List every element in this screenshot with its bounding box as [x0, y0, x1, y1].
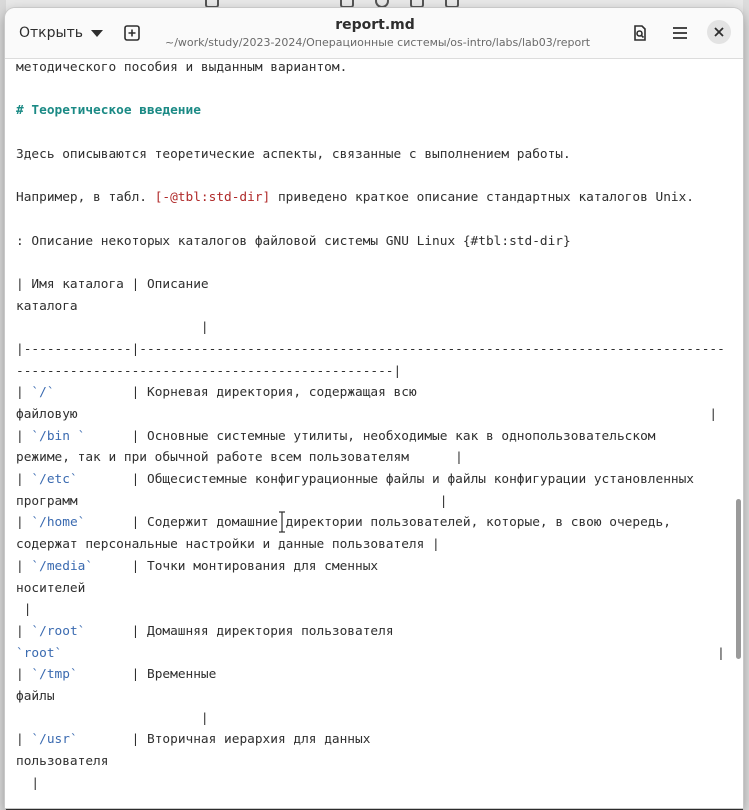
- editor-line: `root` |: [16, 645, 725, 661]
- editor-line: | `/` | Корневая директория, содержащая …: [16, 385, 417, 401]
- editor-line: |: [16, 320, 209, 336]
- file-path: ~/work/study/2023-2024/Операционные сист…: [165, 36, 591, 49]
- editor-line: |: [16, 775, 40, 791]
- background-window-right: [743, 0, 749, 810]
- close-button[interactable]: [707, 20, 731, 44]
- editor-line: |: [16, 602, 32, 618]
- editor-line: | `/root` | Домашняя директория пользова…: [16, 623, 394, 639]
- new-document-icon: [124, 25, 140, 41]
- background-extension-icon: [410, 0, 424, 8]
- hamburger-menu-icon: [673, 27, 687, 39]
- main-menu-button[interactable]: [666, 20, 694, 46]
- editor-line: Например, в табл. [-@tbl:std-dir] привед…: [16, 190, 695, 206]
- editor-line: программ |: [16, 493, 448, 509]
- background-menu-icon: [445, 0, 459, 8]
- text-editor-window: Открыть report.md ~/work/study/2023-2024…: [5, 8, 743, 808]
- background-mail-icon: [340, 0, 354, 8]
- header-bar: Открыть report.md ~/work/study/2023-2024…: [5, 8, 743, 59]
- open-button-label: Открыть: [19, 25, 83, 41]
- title-block: report.md ~/work/study/2023-2024/Операци…: [165, 16, 591, 50]
- editor-line: | `/bin ` | Основные системные утилиты, …: [16, 428, 656, 444]
- editor-line: # Теоретическое введение: [16, 103, 201, 119]
- editor-line: Здесь описываются теоретические аспекты,…: [16, 146, 571, 162]
- text-cursor-icon: [279, 511, 285, 533]
- editor-line: пользователя: [16, 754, 109, 769]
- editor-line: : Описание некоторых каталогов файловой …: [16, 233, 571, 249]
- editor-line: |--------------|------------------------…: [16, 341, 725, 357]
- window-title: report.md: [335, 17, 415, 33]
- vertical-scrollbar[interactable]: [736, 499, 741, 659]
- background-account-icon: [375, 0, 389, 8]
- editor-line: | `/etc` | Общесистемные конфигурационны…: [16, 472, 695, 488]
- editor-line: методического пособия и выданным вариант…: [16, 60, 348, 75]
- new-document-button[interactable]: [118, 20, 146, 46]
- text-editor-area[interactable]: методического пособия и выданным вариант…: [5, 59, 743, 808]
- close-icon: [714, 27, 724, 37]
- background-pin-icon: [205, 0, 219, 8]
- editor-line: носителей: [16, 580, 86, 596]
- editor-line: режиме, так и при обычной работе всем по…: [16, 450, 463, 466]
- editor-line: | `/media` | Точки монтирования для смен…: [16, 558, 379, 574]
- editor-line: | `/usr` | Вторичная иерархия для данных: [16, 732, 371, 748]
- editor-line: | `/tmp` | Временные: [16, 667, 217, 683]
- open-button[interactable]: Открыть: [11, 20, 111, 46]
- editor-line: каталога: [16, 298, 78, 314]
- document-search-icon: [634, 25, 646, 41]
- editor-line: ----------------------------------------…: [16, 363, 402, 379]
- document-search-button[interactable]: [626, 20, 654, 46]
- editor-line: файлы: [16, 688, 55, 704]
- editor-line: |: [16, 710, 209, 726]
- document-text: методического пособия и выданным вариант…: [16, 59, 736, 794]
- editor-line: | Имя каталога | Описание: [16, 276, 209, 292]
- editor-line: | `/home` | Содержит домашние директории…: [16, 515, 671, 531]
- editor-line: содержат персональные настройки и данные…: [16, 537, 440, 553]
- editor-line: файловую |: [16, 407, 718, 422]
- chevron-down-icon: [90, 29, 103, 37]
